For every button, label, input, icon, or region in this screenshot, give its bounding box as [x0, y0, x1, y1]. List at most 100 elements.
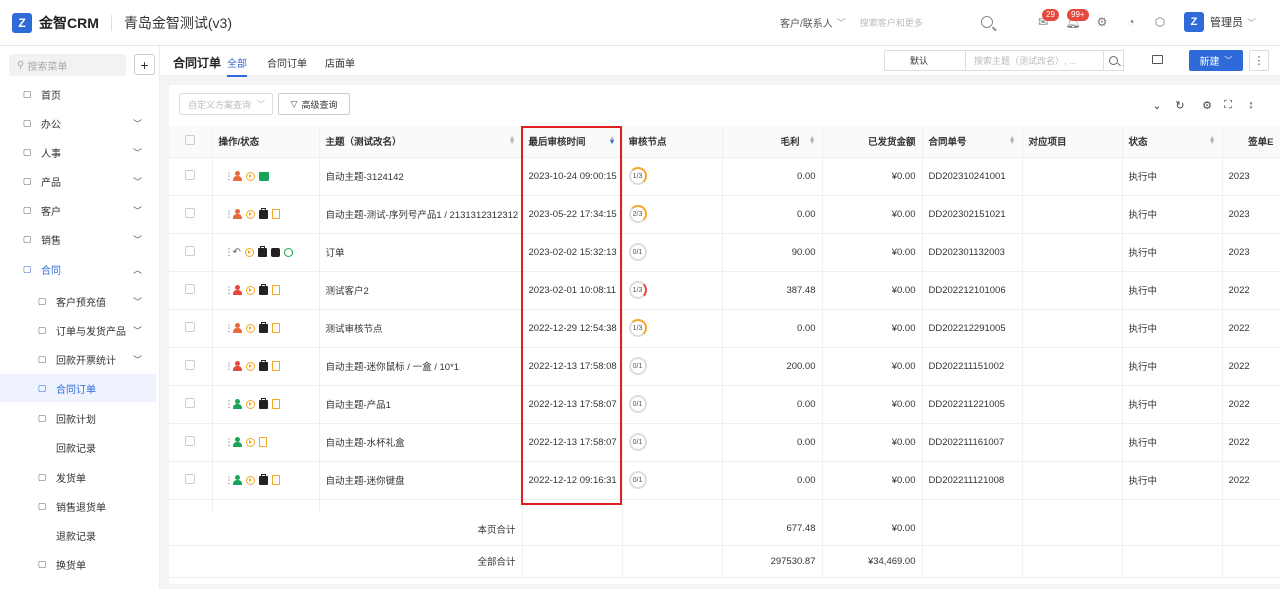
subject-search-button[interactable] — [1103, 50, 1124, 71]
sidebar-item-15[interactable]: 退款记录 — [0, 521, 156, 549]
subject-link[interactable]: 自动主题-3124142 — [319, 157, 523, 196]
row-checkbox[interactable] — [185, 207, 196, 218]
row-select-cell[interactable] — [169, 461, 213, 500]
more-actions-icon[interactable]: ⋮ — [225, 171, 234, 182]
subject-link[interactable]: 自动主题-测试-序列号产品1 / 2131312312312 — [319, 195, 523, 234]
column-header-subject[interactable]: 主题（测试改名） ▲ ▼ — [319, 126, 523, 158]
global-search-input[interactable]: 搜索客户和更多 — [860, 16, 970, 29]
refresh-icon[interactable]: ↻ — [1174, 99, 1186, 112]
print-icon[interactable] — [1152, 55, 1163, 64]
view-select[interactable]: 默认 — [884, 50, 965, 71]
more-actions-icon[interactable]: ⋮ — [225, 361, 234, 372]
sort-icon[interactable]: ▲ ▼ — [809, 135, 816, 146]
sidebar-item-11[interactable]: ▢ 回款计划 — [0, 404, 156, 432]
subject-link[interactable]: 订单 — [319, 233, 523, 272]
more-actions-icon[interactable]: ⋮ — [225, 437, 234, 448]
new-button[interactable]: 新建 ﹀ — [1189, 50, 1243, 71]
search-scope-select[interactable]: 客户/联系人 — [780, 15, 833, 30]
tab-store-orders[interactable]: 店面单 — [325, 55, 355, 70]
sort-desc-icon[interactable]: ▲ ▼ — [609, 135, 616, 146]
table-row[interactable]: ⋮ 自动主题-水杯礼盒 2022-12-13 17:58:07 0/1 0.00 ¥0.0… — [169, 423, 1280, 462]
subject-link[interactable]: 测试客户2 — [319, 271, 523, 310]
audit-progress-ring[interactable]: 1/3 — [628, 167, 647, 185]
row-checkbox[interactable] — [185, 321, 196, 332]
audit-progress-ring[interactable]: 2/3 — [628, 205, 647, 223]
sort-icon[interactable]: ▲ ▼ — [509, 135, 516, 146]
table-row[interactable]: ⋮ 测试审核节点 2022-12-29 12:54:38 1/3 0.00 ¥0.00 DD… — [169, 309, 1280, 348]
row-select-cell[interactable] — [169, 347, 213, 386]
table-row[interactable]: ⋮ 自动主题-3124142 2023-10-24 09:00:15 1/3 0.00 ¥… — [169, 157, 1280, 196]
advanced-query-button[interactable]: ▽ 高级查询 — [278, 93, 350, 115]
more-actions-icon[interactable]: ⋮ — [225, 209, 234, 220]
row-checkbox[interactable] — [185, 359, 196, 370]
audit-progress-ring[interactable]: 1/3 — [628, 319, 647, 337]
audit-progress-ring[interactable]: 0/1 — [628, 471, 647, 489]
table-row[interactable]: ⋮ 自动主题-迷你鼠标 / 一盒 / 10*1 2022-12-13 17:58:0… — [169, 347, 1280, 386]
row-select-cell[interactable] — [169, 423, 213, 462]
user-menu[interactable]: Z 管理员 ﹀ — [1183, 12, 1256, 32]
sidebar-item-7[interactable]: ▢ 客户预充值 ﹀ — [0, 287, 156, 315]
sidebar-item-10[interactable]: ▢ 合同订单 — [0, 374, 156, 402]
select-all-checkbox[interactable] — [185, 134, 196, 145]
row-select-cell[interactable] — [169, 309, 213, 348]
subject-link[interactable]: 自动主题-水杯礼盒 — [319, 423, 523, 462]
more-options-button[interactable]: ⋮ — [1249, 50, 1269, 71]
subject-link[interactable]: 自动主题-迷你鼠标 / 一盒 / 10*1 — [319, 347, 523, 386]
more-actions-icon[interactable]: ⋮ — [225, 285, 234, 296]
table-row[interactable]: ⋮ 自动主题-产品1 2022-12-13 17:58:07 0/1 0.00 ¥0.00… — [169, 385, 1280, 424]
audit-progress-ring[interactable]: 0/1 — [628, 243, 647, 261]
subject-search-input[interactable]: 搜索主题（测试改名）, ... — [965, 50, 1104, 71]
row-select-cell[interactable] — [169, 157, 213, 196]
chart-icon[interactable]: ◔ — [1124, 15, 1138, 29]
sort-icon[interactable]: ▲ ▼ — [1009, 135, 1016, 146]
subject-link[interactable]: 自动主题-迷你键盘 — [319, 461, 523, 500]
sidebar-item-14[interactable]: ▢ 销售退货单 — [0, 492, 156, 520]
column-header-contract-no[interactable]: 合同单号 ▲ ▼ — [922, 126, 1023, 158]
sidebar-item-2[interactable]: ▢ 人事 ﹀ — [0, 138, 156, 166]
more-actions-icon[interactable]: ⋮ — [225, 475, 234, 486]
audit-progress-ring[interactable]: 0/1 — [628, 433, 647, 451]
collapse-icon[interactable]: ⌄ — [1151, 99, 1163, 112]
column-header-last-audit-time[interactable]: 最后审核时间 ▲ ▼ — [522, 126, 623, 158]
sidebar-item-9[interactable]: ▢ 回款开票统计 ﹀ — [0, 345, 156, 373]
custom-query-select[interactable]: 自定义方案查询 ﹀ — [179, 93, 273, 115]
sidebar-item-3[interactable]: ▢ 产品 ﹀ — [0, 167, 156, 195]
sidebar-item-4[interactable]: ▢ 客户 ﹀ — [0, 196, 156, 224]
more-actions-icon[interactable]: ⋮ — [225, 399, 234, 410]
row-select-cell[interactable] — [169, 233, 213, 272]
subject-link[interactable]: 测试审核节点 — [319, 309, 523, 348]
table-row[interactable]: ⋮ 自动主题-迷你键盘 2022-12-12 09:16:31 0/1 0.00 ¥0.0… — [169, 461, 1280, 500]
column-header-profit[interactable]: 毛利 ▲ ▼ — [722, 126, 823, 158]
audit-progress-ring[interactable]: 0/1 — [628, 357, 647, 375]
row-checkbox[interactable] — [185, 435, 196, 446]
table-row[interactable]: ⋮ 测试客户2 2023-02-01 10:08:11 1/3 387.48 ¥0.00 D… — [169, 271, 1280, 310]
sidebar-item-1[interactable]: ▢ 办公 ﹀ — [0, 109, 156, 137]
sidebar-item-6[interactable]: ▢ 合同 ︿ — [0, 255, 156, 283]
sidebar-item-5[interactable]: ▢ 销售 ﹀ — [0, 225, 156, 253]
tab-all[interactable]: 全部 — [227, 55, 247, 77]
row-checkbox[interactable] — [185, 397, 196, 408]
gear-icon[interactable]: ⚙ — [1095, 15, 1109, 29]
sidebar-item-8[interactable]: ▢ 订单与发货产品 ﹀ — [0, 316, 156, 344]
global-search[interactable]: 客户/联系人 ﹀ 搜索客户和更多 — [780, 15, 970, 30]
app-logo[interactable]: Z 金智CRM — [12, 12, 99, 33]
search-icon[interactable] — [981, 16, 993, 28]
table-row[interactable]: ⋮ ↶ 订单 2023-02-02 15:32:13 0/1 90.00 ¥0.00 DD20… — [169, 233, 1280, 272]
cube-icon[interactable]: ⬡ — [1153, 15, 1167, 29]
add-menu-button[interactable]: + — [134, 54, 155, 75]
tab-contract-orders[interactable]: 合同订单 — [267, 55, 307, 70]
row-checkbox[interactable] — [185, 169, 196, 180]
sidebar-item-13[interactable]: ▢ 发货单 — [0, 463, 156, 491]
fullscreen-icon[interactable]: ⛶ — [1222, 99, 1234, 111]
column-header-status[interactable]: 状态 ▲ ▼ — [1122, 126, 1223, 158]
row-select-cell[interactable] — [169, 385, 213, 424]
sidebar-item-12[interactable]: 回款记录 — [0, 433, 156, 461]
audit-progress-ring[interactable]: 1/3 — [628, 281, 647, 299]
more-actions-icon[interactable]: ⋮ — [225, 323, 234, 334]
more-actions-icon[interactable]: ⋮ — [225, 247, 234, 258]
row-checkbox[interactable] — [185, 245, 196, 256]
row-select-cell[interactable] — [169, 195, 213, 234]
menu-search-input[interactable]: ⚲ 搜索菜单 — [9, 54, 126, 76]
row-select-cell[interactable] — [169, 271, 213, 310]
row-height-icon[interactable]: ↕ — [1245, 99, 1257, 111]
